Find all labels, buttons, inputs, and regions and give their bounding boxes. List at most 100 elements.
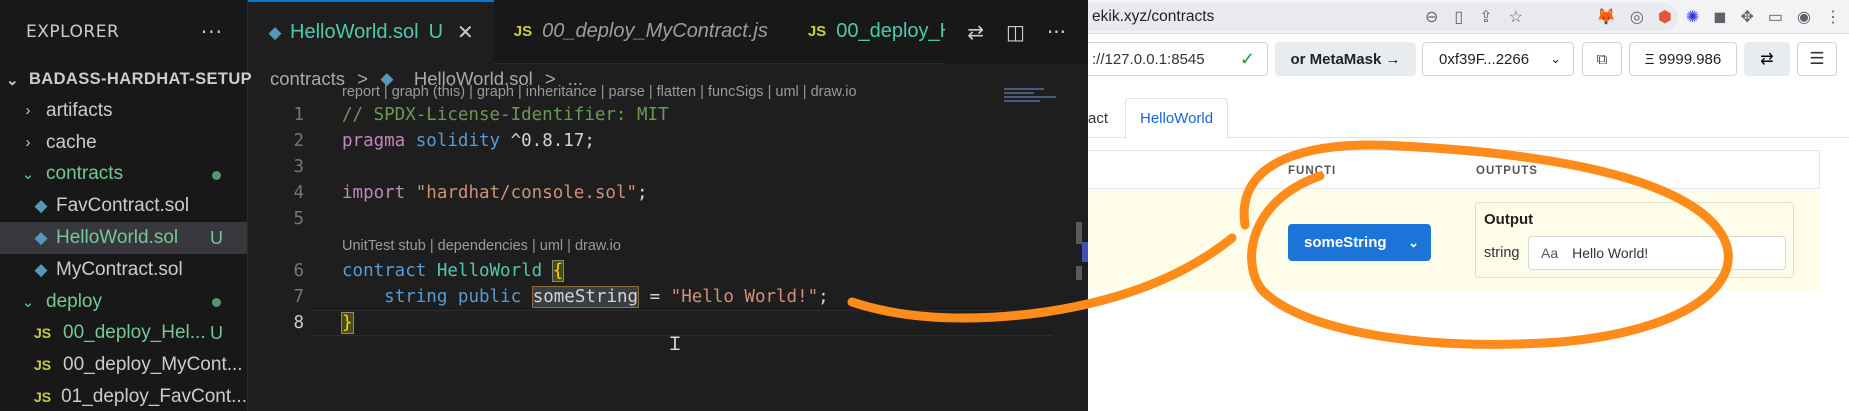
hamburger-menu-icon[interactable]: ☰	[1797, 42, 1837, 76]
browser-window: ekik.xyz/contracts ⊖ ▯ ⇪ ☆ 🦊 ◎ ⬢ ✺ ◼ ✥ ▭…	[1088, 0, 1849, 411]
code-text: pragma solidity ^0.8.17;	[342, 131, 595, 151]
avatar[interactable]: ◉	[1797, 7, 1811, 27]
tree-item-label: artifacts	[46, 99, 113, 121]
tree-item-label: 00_deploy_Hel...	[63, 322, 206, 344]
tab-helloworld[interactable]: ◆ HelloWorld.sol U ✕	[248, 0, 494, 64]
line-number: 5	[293, 209, 304, 229]
tab-deploy-mycontract[interactable]: JS 00_deploy_MyContract.js	[494, 0, 788, 64]
function-button-label: someString	[1304, 234, 1387, 251]
address-bar[interactable]: ekik.xyz/contracts	[1088, 3, 1678, 31]
account-address: 0xf39F...2266	[1439, 50, 1530, 68]
extension-badge-icon[interactable]: ⬢	[1658, 7, 1672, 27]
output-value-field[interactable]: Aa Hello World!	[1528, 236, 1786, 270]
explorer-header: EXPLORER ···	[0, 0, 247, 64]
kebab-menu-icon[interactable]: ⋮	[1825, 7, 1841, 27]
tree-item-label: MyContract.sol	[56, 258, 183, 280]
compare-changes-icon[interactable]: ⇄	[967, 20, 984, 44]
tree-item-label: FavContract.sol	[56, 195, 190, 217]
close-icon[interactable]: ✕	[457, 20, 474, 45]
minimap[interactable]	[1004, 86, 1064, 126]
extension-icons: 🦊 ◎ ⬢ ✺ ◼ ✥ ▭ ◉ ⋮	[1596, 7, 1841, 27]
untracked-badge: U	[210, 322, 223, 343]
extension-icon[interactable]: ◼	[1713, 7, 1726, 27]
tree-item-favcontract[interactable]: ◆ FavContract.sol	[0, 190, 247, 222]
sidebar-icon[interactable]: ▭	[1768, 7, 1783, 27]
chevron-down-icon: ⌄	[21, 293, 35, 311]
bookmark-star-icon[interactable]: ☆	[1509, 7, 1523, 27]
text-type-icon: Aa	[1541, 245, 1559, 261]
tree-item-label: cache	[46, 131, 97, 153]
balance-display: Ξ 9999.986	[1629, 42, 1737, 76]
modified-dot-icon	[212, 297, 221, 307]
page-icon[interactable]: ▯	[1454, 7, 1463, 27]
chevron-right-icon: ›	[25, 102, 31, 120]
tree-item-mycontract[interactable]: ◆ MyContract.sol	[0, 254, 247, 286]
solidity-file-icon: ◆	[34, 228, 48, 248]
tab-helloworld-contract[interactable]: HelloWorld	[1125, 98, 1229, 139]
output-panel: Output string Aa Hello World!	[1475, 202, 1794, 278]
js-file-icon: JS	[34, 389, 52, 406]
line-number: 8	[293, 313, 304, 333]
untracked-badge: U	[428, 21, 444, 43]
table-header: FUNCTI OUTPUTS	[1088, 151, 1819, 189]
tree-item-label: contracts	[46, 163, 124, 185]
tree-item-deploy[interactable]: ⌄ deploy	[0, 286, 247, 318]
code-line: 2 pragma solidity ^0.8.17;	[248, 128, 1048, 154]
tab-label: 00_deploy_MyContract.js	[542, 20, 768, 42]
modified-dot-icon	[212, 170, 221, 180]
tree-item-label: 01_deploy_FavCont...	[61, 386, 247, 408]
solidity-file-icon: ◆	[34, 196, 48, 216]
selected-identifier: someString	[531, 286, 640, 308]
address-bar-icons: ⊖ ▯ ⇪ ☆	[1425, 7, 1523, 27]
some-string-button[interactable]: someString ⌄	[1288, 224, 1431, 261]
tree-item-helloworld[interactable]: ◆ HelloWorld.sol U	[0, 222, 247, 254]
tree-item-deploy-hello[interactable]: JS 00_deploy_Hel... U	[0, 318, 247, 350]
line-number: 7	[293, 287, 304, 307]
output-title: Output	[1484, 211, 1534, 228]
split-editor-icon[interactable]: ◫	[1006, 20, 1025, 44]
project-root[interactable]: ⌄ BADASS-HARDHAT-SETUP	[0, 64, 252, 95]
dapp-header: ://127.0.0.1:8545 ✓ or MetaMask → 0xf39F…	[1088, 34, 1849, 84]
codelens-contract[interactable]: UnitTest stub | dependencies | uml | dra…	[342, 238, 621, 254]
tree-item-label: 00_deploy_MyCont...	[63, 354, 243, 376]
tree-item-deploy-mycontract[interactable]: JS 00_deploy_MyCont...	[0, 349, 247, 381]
url-text: ekik.xyz/contracts	[1092, 8, 1215, 25]
rpc-url-input[interactable]: ://127.0.0.1:8545 ✓	[1088, 42, 1268, 76]
editor-pane: ◆ HelloWorld.sol U ✕ JS 00_deploy_MyCont…	[248, 0, 1088, 411]
column-header-function: FUNCTI	[1288, 165, 1337, 177]
scrollbar[interactable]	[1076, 222, 1088, 282]
more-actions-icon[interactable]: ···	[201, 20, 223, 44]
zoom-icon[interactable]: ⊖	[1425, 7, 1438, 27]
breadcrumb-folder[interactable]: contracts	[270, 68, 345, 90]
untracked-badge: U	[210, 227, 223, 248]
code-text: contract HelloWorld {	[342, 260, 565, 282]
explorer-title: EXPLORER	[26, 22, 120, 42]
more-actions-icon[interactable]: ···	[1047, 20, 1066, 44]
code-text: import "hardhat/console.sol";	[342, 183, 648, 203]
tree-item-deploy-favcontract[interactable]: JS 01_deploy_FavCont...	[0, 381, 247, 411]
check-icon: ✓	[1239, 48, 1255, 69]
swap-icon[interactable]: ⇄	[1744, 42, 1790, 76]
chevron-down-icon[interactable]: ⌄	[1408, 235, 1419, 251]
tree-item-label: HelloWorld.sol	[56, 227, 179, 249]
line-number: 6	[293, 261, 304, 281]
tab-other-contract[interactable]: act	[1088, 98, 1108, 138]
code-line: 3	[248, 154, 1048, 180]
tree-item-contracts[interactable]: ⌄ contracts	[0, 159, 247, 191]
tree-item-artifacts[interactable]: › artifacts	[0, 95, 247, 127]
tree-item-cache[interactable]: › cache	[0, 127, 247, 159]
codelens-file[interactable]: report | graph (this) | graph | inherita…	[342, 84, 857, 100]
puzzle-icon[interactable]: ✥	[1741, 7, 1754, 27]
line-number: 4	[293, 183, 304, 203]
js-file-icon: JS	[34, 325, 52, 342]
file-tree: ⌄ BADASS-HARDHAT-SETUP › artifacts › cac…	[0, 64, 252, 411]
extension-icon[interactable]: ✺	[1686, 7, 1699, 27]
code-text: }	[341, 312, 354, 334]
share-icon[interactable]: ⇪	[1479, 7, 1492, 27]
metamask-button[interactable]: or MetaMask →	[1275, 42, 1416, 76]
copy-icon[interactable]: ⧉	[1582, 42, 1622, 76]
code-line: 8 }	[248, 310, 1048, 336]
account-select[interactable]: 0xf39F...2266 ⌄	[1422, 42, 1574, 76]
metamask-icon[interactable]: 🦊	[1596, 7, 1616, 27]
extension-icon[interactable]: ◎	[1630, 7, 1644, 27]
